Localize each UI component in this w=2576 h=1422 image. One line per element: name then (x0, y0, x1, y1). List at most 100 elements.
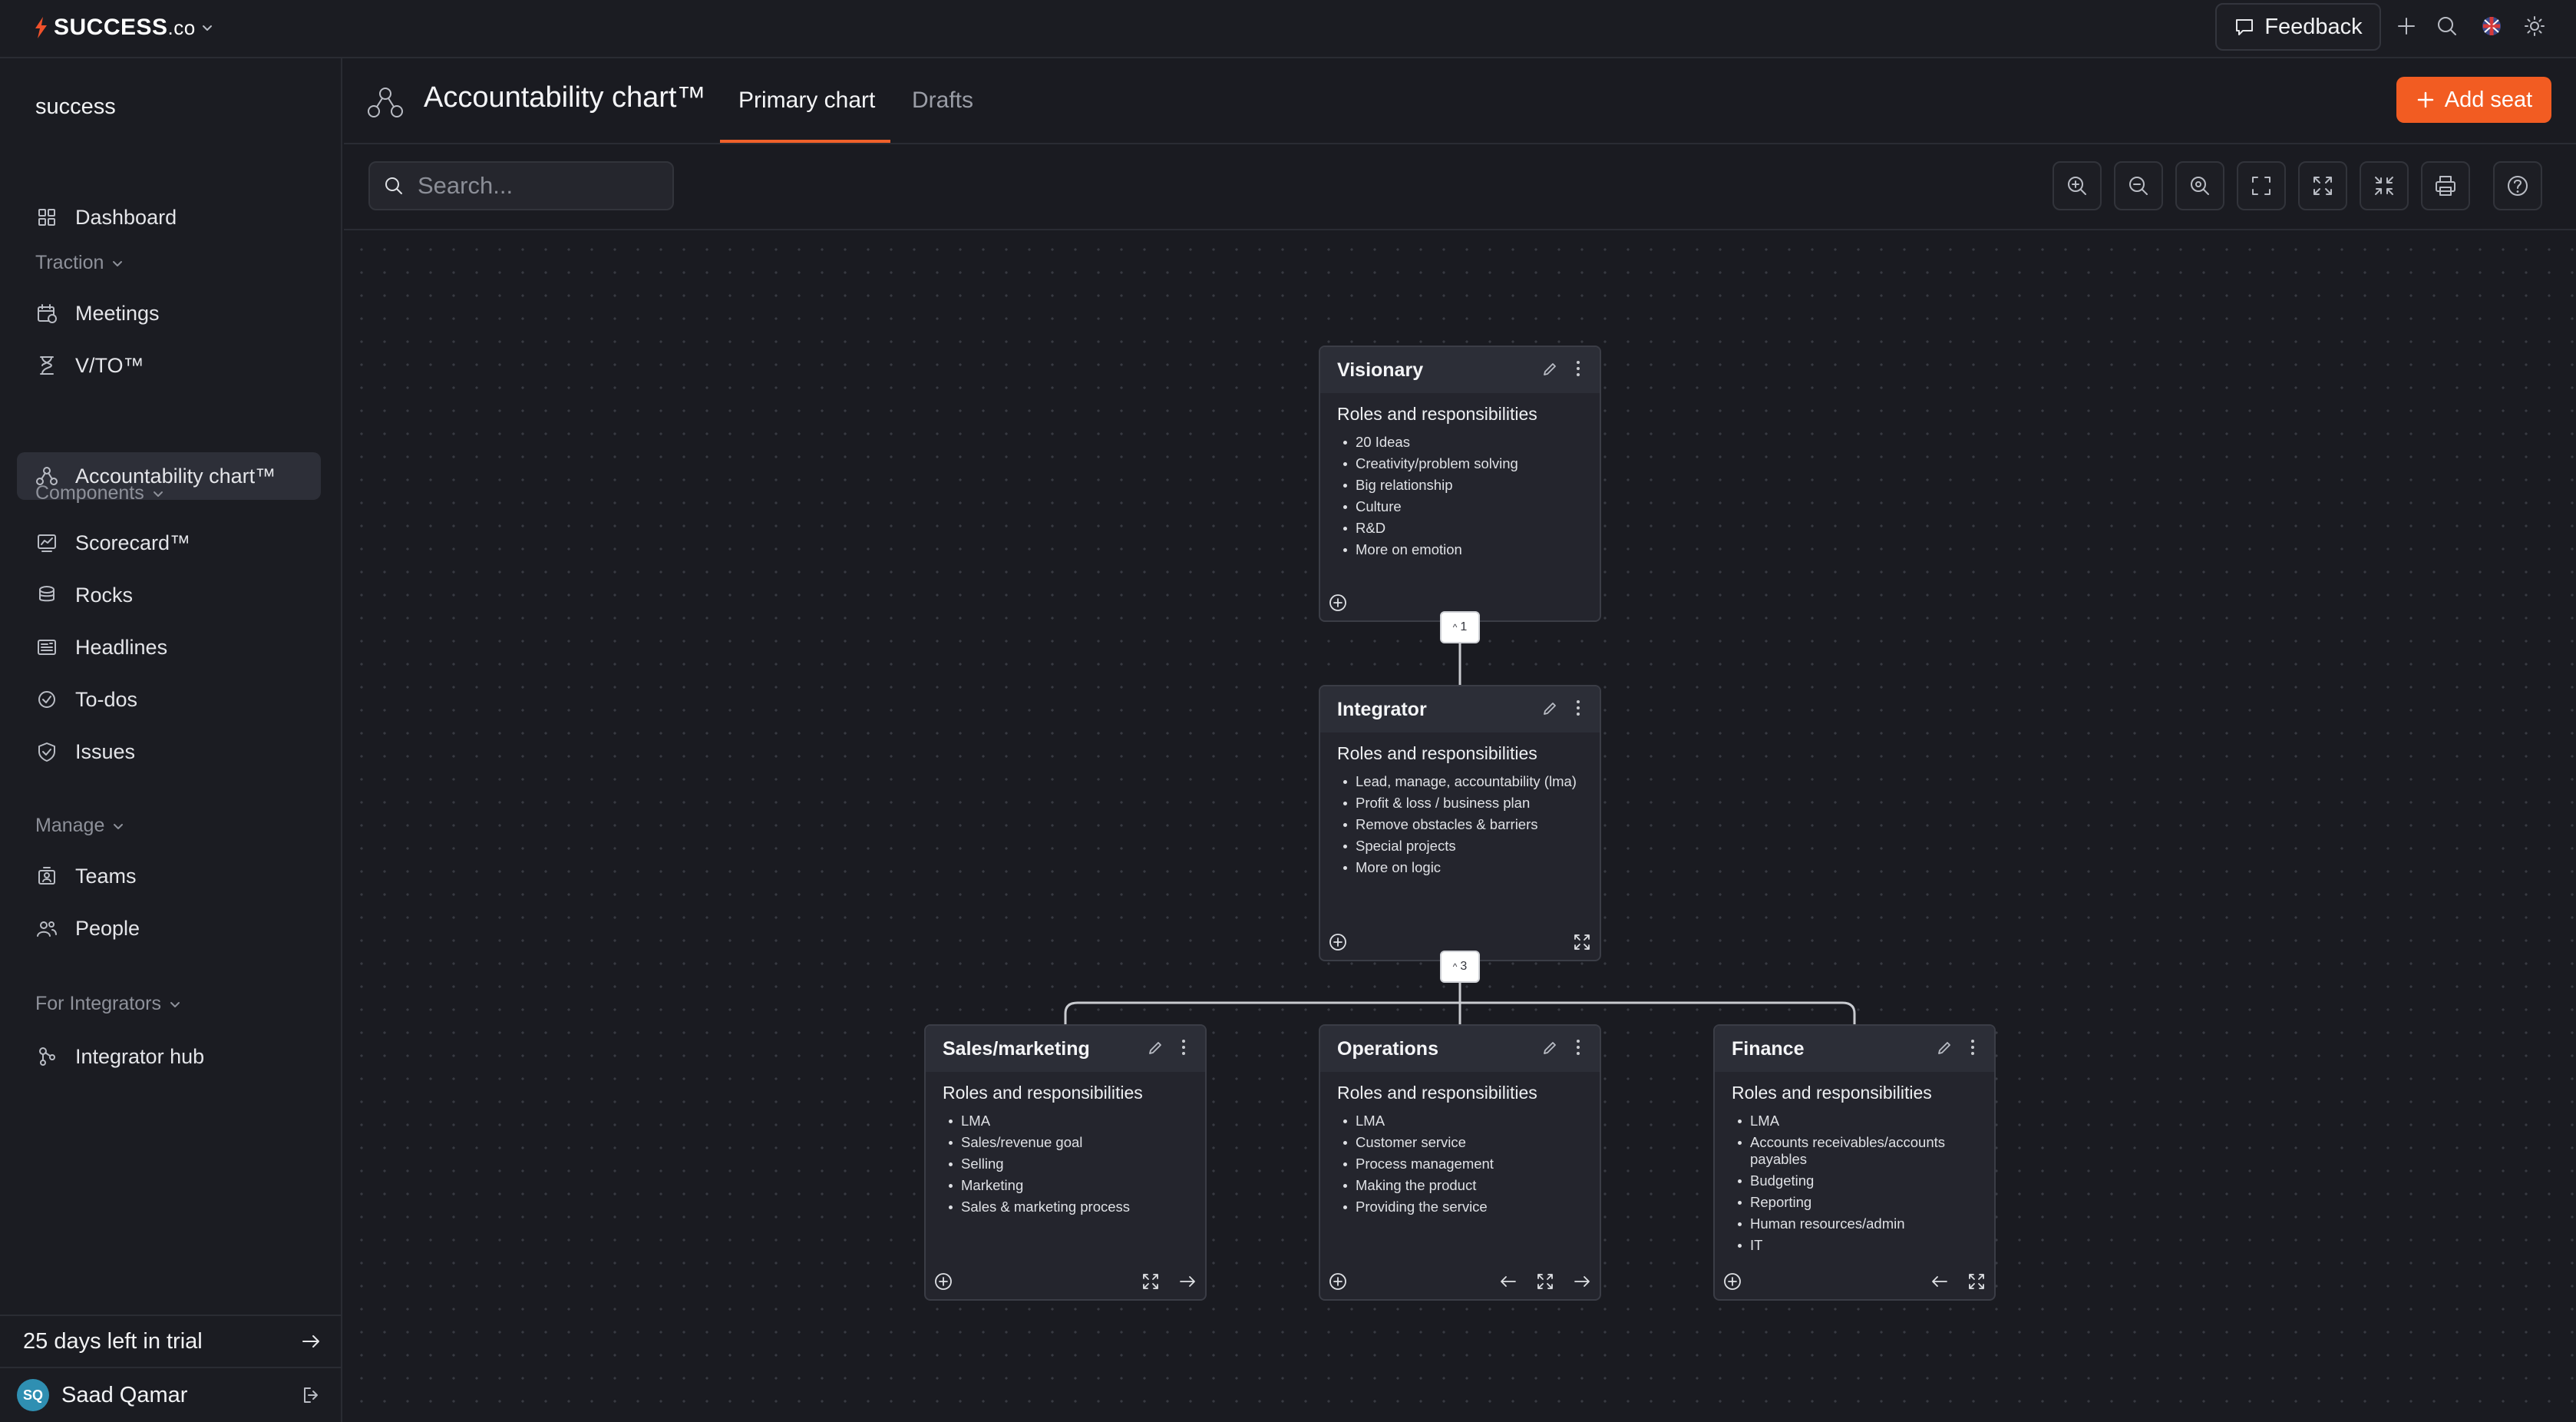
focus-icon[interactable] (1535, 1272, 1555, 1291)
chevron-up-icon: ^ (1452, 622, 1458, 633)
seat-card-operations[interactable]: Operations Roles and responsibilities LM… (1319, 1024, 1601, 1301)
zoom-in-button[interactable] (2053, 161, 2102, 210)
teams-icon (38, 867, 55, 885)
calendar-clock-icon (38, 304, 57, 323)
seat-subtitle: Roles and responsibilities (1337, 1083, 1537, 1103)
sidebar-item-people[interactable]: People (17, 904, 321, 952)
search-icon[interactable] (2435, 14, 2459, 38)
role-item: More on emotion (1337, 541, 1583, 558)
tab-drafts[interactable]: Drafts (912, 88, 973, 114)
arrow-left-icon[interactable] (1930, 1272, 1950, 1291)
search-input[interactable] (418, 172, 663, 200)
pencil-icon[interactable] (1541, 1040, 1558, 1057)
user-profile[interactable]: SQ Saad Qamar (0, 1368, 342, 1422)
seat-title: Integrator (1337, 698, 1427, 720)
sidebar-item-meetings[interactable]: Meetings (17, 289, 321, 337)
section-manage[interactable]: Manage (35, 815, 124, 837)
sidebar-item-scorecard[interactable]: Scorecard™ (17, 519, 321, 567)
chevron-down-icon (113, 260, 123, 266)
feedback-label: Feedback (2264, 14, 2363, 39)
seat-card-integrator[interactable]: Integrator Roles and responsibilities Le… (1319, 685, 1601, 961)
add-person-icon[interactable] (1328, 593, 1348, 613)
add-person-icon[interactable] (933, 1272, 953, 1291)
trial-banner[interactable]: 25 days left in trial (0, 1315, 342, 1368)
top-bar: SUCCESS.co Feedback (0, 0, 2576, 58)
more-vertical-icon[interactable] (1176, 1037, 1191, 1058)
role-item: Selling (943, 1156, 1188, 1172)
workspace-switcher[interactable]: SUCCESS.co (32, 12, 214, 43)
focus-icon[interactable] (1141, 1272, 1161, 1291)
feedback-button[interactable]: Feedback (2215, 3, 2381, 51)
add-person-icon[interactable] (1722, 1272, 1742, 1291)
sidebar-item-label: Issues (75, 739, 136, 763)
avatar: SQ (17, 1379, 49, 1411)
arrow-right-icon[interactable] (1177, 1272, 1197, 1291)
arrow-left-icon[interactable] (1498, 1272, 1518, 1291)
tab-primary-chart[interactable]: Primary chart (738, 88, 875, 114)
children-count-badge[interactable]: ^ 1 (1440, 611, 1480, 643)
sidebar-item-vto[interactable]: V/TO™ (17, 342, 321, 389)
sidebar-item-integrator-hub[interactable]: Integrator hub (17, 1033, 321, 1080)
language-flag-icon[interactable] (2479, 14, 2504, 38)
role-item: R&D (1337, 520, 1583, 537)
arrow-right-icon[interactable] (1572, 1272, 1592, 1291)
more-vertical-icon[interactable] (1570, 697, 1586, 719)
org-chart-icon (368, 88, 403, 117)
children-count: 3 (1460, 960, 1468, 973)
pencil-icon[interactable] (1541, 700, 1558, 717)
pencil-icon[interactable] (1541, 361, 1558, 378)
add-seat-label: Add seat (2444, 87, 2533, 112)
sidebar-item-rocks[interactable]: Rocks (17, 571, 321, 619)
seat-title: Operations (1337, 1037, 1438, 1060)
sidebar-item-headlines[interactable]: Headlines (17, 623, 321, 671)
zoom-out-button[interactable] (2114, 161, 2163, 210)
chart-canvas[interactable]: Visionary Roles and responsibilities 20 … (344, 232, 2576, 1422)
roles-list: 20 Ideas Creativity/problem solving Big … (1337, 434, 1583, 558)
help-button[interactable] (2493, 161, 2542, 210)
trial-text: 25 days left in trial (23, 1328, 203, 1354)
more-vertical-icon[interactable] (1570, 358, 1586, 379)
sidebar-item-label: Teams (75, 864, 137, 888)
theme-sun-icon[interactable] (2522, 14, 2547, 38)
chat-bubble-icon (2236, 19, 2254, 35)
print-button[interactable] (2421, 161, 2470, 210)
seat-subtitle: Roles and responsibilities (1732, 1083, 1932, 1103)
collapse-all-button[interactable] (2360, 161, 2409, 210)
expand-all-button[interactable] (2298, 161, 2347, 210)
printer-icon (2436, 176, 2455, 196)
focus-icon[interactable] (1967, 1272, 1986, 1291)
section-label: Components (35, 482, 144, 504)
check-circle-icon (38, 691, 55, 708)
sidebar-item-label: Dashboard (75, 205, 177, 229)
section-for-integrators[interactable]: For Integrators (35, 993, 181, 1015)
pencil-icon[interactable] (1936, 1040, 1953, 1057)
seat-card-finance[interactable]: Finance Roles and responsibilities LMA A… (1713, 1024, 1996, 1301)
children-count-badge[interactable]: ^ 3 (1440, 951, 1480, 983)
add-person-icon[interactable] (1328, 932, 1348, 952)
add-seat-button[interactable]: Add seat (2396, 77, 2551, 123)
more-vertical-icon[interactable] (1965, 1037, 1980, 1058)
logout-icon[interactable] (301, 1384, 322, 1406)
search-box[interactable] (368, 161, 674, 210)
focus-icon[interactable] (1572, 932, 1592, 952)
section-components[interactable]: Components (35, 482, 164, 504)
more-vertical-icon[interactable] (1570, 1037, 1586, 1058)
plus-icon (2417, 91, 2433, 108)
chart-toolbar (344, 146, 2576, 230)
sidebar-item-issues[interactable]: Issues (17, 728, 321, 775)
sidebar-item-teams[interactable]: Teams (17, 852, 321, 900)
plus-icon[interactable] (2394, 14, 2419, 38)
fit-view-button[interactable] (2237, 161, 2286, 210)
seat-card-sales-marketing[interactable]: Sales/marketing Roles and responsibiliti… (924, 1024, 1207, 1301)
children-count: 1 (1460, 620, 1468, 633)
role-item: Process management (1337, 1156, 1583, 1172)
sidebar-item-label: Headlines (75, 635, 168, 659)
add-person-icon[interactable] (1328, 1272, 1348, 1291)
section-traction[interactable]: Traction (35, 252, 124, 274)
pencil-icon[interactable] (1147, 1040, 1164, 1057)
search-icon (385, 177, 402, 194)
sidebar-item-todos[interactable]: To-dos (17, 676, 321, 723)
sidebar-item-dashboard[interactable]: Dashboard (17, 193, 321, 241)
zoom-reset-button[interactable] (2175, 161, 2224, 210)
seat-card-visionary[interactable]: Visionary Roles and responsibilities 20 … (1319, 346, 1601, 622)
